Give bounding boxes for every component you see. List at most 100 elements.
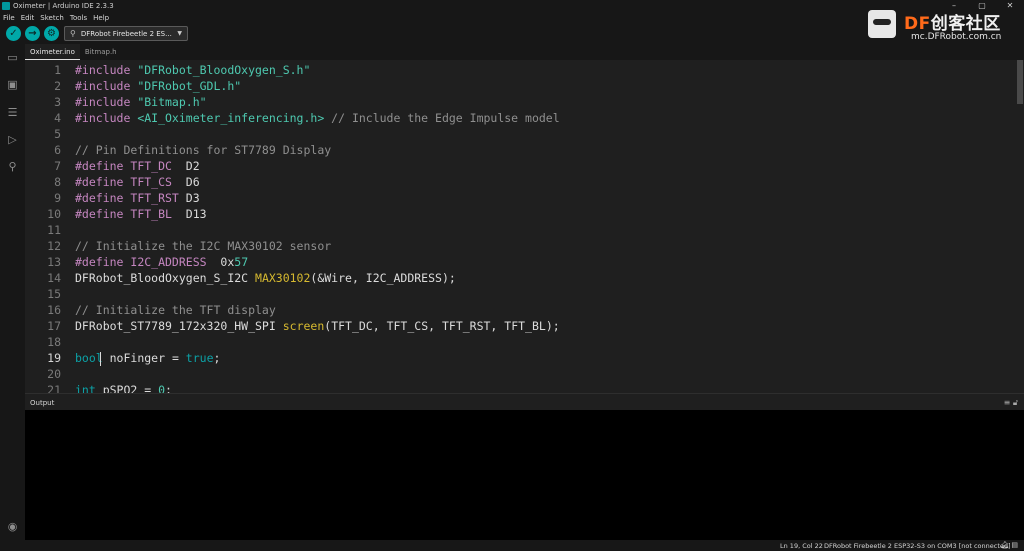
scrollbar-thumb[interactable]	[1017, 60, 1023, 104]
code-token: D2	[171, 159, 200, 173]
code-token: I2C_ADDRESS	[130, 255, 207, 269]
logo-url: mc.DFRobot.com.cn	[911, 32, 1002, 42]
code-token: // Initialize the I2C MAX30102 sensor	[75, 239, 332, 253]
menu-edit[interactable]: Edit	[21, 14, 35, 22]
line-number: 12	[47, 239, 61, 253]
account-icon[interactable]: ◉	[6, 520, 19, 533]
panel-icon[interactable]: ▤	[1011, 541, 1018, 549]
code-line[interactable]: 11	[25, 222, 1015, 238]
library-icon[interactable]: ☰	[6, 106, 19, 119]
line-number: 8	[54, 175, 61, 189]
search-icon[interactable]: ⚲	[6, 160, 19, 173]
code-line[interactable]: 14 DFRobot_BloodOxygen_S_I2C MAX30102(&Wi…	[25, 270, 1015, 286]
code-text: #define I2C_ADDRESS 0x57	[75, 254, 248, 270]
tab-bitmap-h[interactable]: Bitmap.h	[80, 44, 122, 60]
code-editor[interactable]: 1 #include "DFRobot_BloodOxygen_S.h" 2 #inc…	[25, 60, 1024, 393]
code-line[interactable]: 18	[25, 334, 1015, 350]
code-line[interactable]: 3 #include "Bitmap.h"	[25, 94, 1015, 110]
upload-button[interactable]: →	[25, 26, 40, 41]
code-text: #define TFT_CS D6	[75, 174, 200, 190]
code-token: D6	[171, 175, 200, 189]
code-line[interactable]: 1 #include "DFRobot_BloodOxygen_S.h"	[25, 62, 1015, 78]
code-token: // Initialize the TFT display	[75, 303, 276, 317]
code-text: #include <AI_Oximeter_inferencing.h> // …	[75, 110, 560, 126]
code-token: #define	[75, 191, 131, 205]
notification-icon[interactable]: 🔔︎	[1000, 541, 1009, 549]
line-number: 18	[47, 335, 61, 349]
text-cursor	[100, 352, 101, 366]
line-number: 16	[47, 303, 61, 317]
output-icons: ≡ 🔓︎	[1004, 398, 1018, 408]
debug-button[interactable]: ⚙	[44, 26, 59, 41]
code-text: #include "DFRobot_BloodOxygen_S.h"	[75, 62, 310, 78]
output-panel-header: Output ≡ 🔓︎	[25, 393, 1024, 410]
line-number: 1	[54, 63, 61, 77]
menu-file[interactable]: File	[3, 14, 15, 22]
code-token: (&Wire, I2C_ADDRESS);	[310, 271, 456, 285]
board-status[interactable]: DFRobot Firebeetle 2 ESP32-S3 on COM3 [n…	[824, 542, 1011, 550]
code-line[interactable]: 10 #define TFT_BL D13	[25, 206, 1015, 222]
code-line[interactable]: 5	[25, 126, 1015, 142]
folder-icon[interactable]: ▭	[6, 51, 19, 64]
code-line[interactable]: 19 bool noFinger = true;	[25, 350, 1015, 366]
board-icon[interactable]: ▣	[6, 78, 19, 91]
line-number: 20	[47, 367, 61, 381]
menu-sketch[interactable]: Sketch	[40, 14, 64, 22]
code-text: int pSPO2 = 0;	[75, 382, 172, 393]
board-selector[interactable]: ⚲ DFRobot Firebeetle 2 ES... ▼	[64, 26, 188, 41]
line-number: 19	[47, 351, 61, 365]
debug-icon[interactable]: ▷	[6, 133, 19, 146]
code-line[interactable]: 2 #include "DFRobot_GDL.h"	[25, 78, 1015, 94]
line-number: 4	[54, 111, 61, 125]
cursor-position[interactable]: Ln 19, Col 22	[780, 542, 823, 550]
code-token: TFT_BL	[130, 207, 172, 221]
code-line[interactable]: 12 // Initialize the I2C MAX30102 sensor	[25, 238, 1015, 254]
code-text: #define TFT_RST D3	[75, 190, 200, 206]
code-line[interactable]: 13 #define I2C_ADDRESS 0x57	[25, 254, 1015, 270]
code-token: #define	[75, 175, 131, 189]
code-token: #include	[75, 111, 138, 125]
code-line[interactable]: 8 #define TFT_CS D6	[25, 174, 1015, 190]
code-text: #define TFT_DC D2	[75, 158, 200, 174]
verify-button[interactable]: ✓	[6, 26, 21, 41]
code-token: ;	[165, 383, 172, 393]
list-icon[interactable]: ≡	[1004, 398, 1011, 407]
menu-tools[interactable]: Tools	[70, 14, 87, 22]
editor-scrollbar[interactable]	[1016, 60, 1024, 393]
code-line[interactable]: 6 // Pin Definitions for ST7789 Display	[25, 142, 1015, 158]
code-line[interactable]: 16 // Initialize the TFT display	[25, 302, 1015, 318]
code-token: int	[75, 383, 96, 393]
menu-help[interactable]: Help	[93, 14, 109, 22]
code-line[interactable]: 17 DFRobot_ST7789_172x320_HW_SPI screen(T…	[25, 318, 1015, 334]
code-token: #include	[75, 95, 138, 109]
status-bar: Ln 19, Col 22 DFRobot Firebeetle 2 ESP32…	[0, 540, 1024, 551]
tab-oximeter-ino[interactable]: Oximeter.ino	[25, 44, 80, 60]
line-number: 9	[54, 191, 61, 205]
line-number: 13	[47, 255, 61, 269]
line-number: 21	[47, 383, 61, 393]
code-text: DFRobot_BloodOxygen_S_I2C MAX30102(&Wire…	[75, 270, 456, 286]
code-token: TFT_DC	[130, 159, 172, 173]
arduino-app-icon	[2, 2, 10, 10]
code-token: TFT_CS	[130, 175, 172, 189]
output-title: Output	[30, 399, 55, 407]
code-token: "DFRobot_GDL.h"	[137, 79, 242, 93]
code-line[interactable]: 4 #include <AI_Oximeter_inferencing.h> //…	[25, 110, 1015, 126]
code-line[interactable]: 15	[25, 286, 1015, 302]
code-token: 57	[234, 255, 249, 269]
code-text: // Initialize the TFT display	[75, 302, 276, 318]
code-line[interactable]: 7 #define TFT_DC D2	[25, 158, 1015, 174]
code-token: screen	[282, 319, 325, 333]
code-token: ;	[213, 351, 221, 365]
line-number: 5	[54, 127, 61, 141]
line-number: 15	[47, 287, 61, 301]
code-line[interactable]: 9 #define TFT_RST D3	[25, 190, 1015, 206]
code-line[interactable]: 21 int pSPO2 = 0;	[25, 382, 1015, 393]
lock-icon[interactable]: 🔓︎	[1013, 398, 1018, 407]
code-token: MAX30102	[255, 271, 311, 285]
code-line[interactable]: 20	[25, 366, 1015, 382]
output-console[interactable]	[25, 410, 1024, 540]
code-token: #define	[75, 255, 131, 269]
activity-bar: ▭ ▣ ☰ ▷ ⚲ ◉	[0, 44, 25, 540]
chevron-down-icon: ▼	[177, 30, 182, 37]
